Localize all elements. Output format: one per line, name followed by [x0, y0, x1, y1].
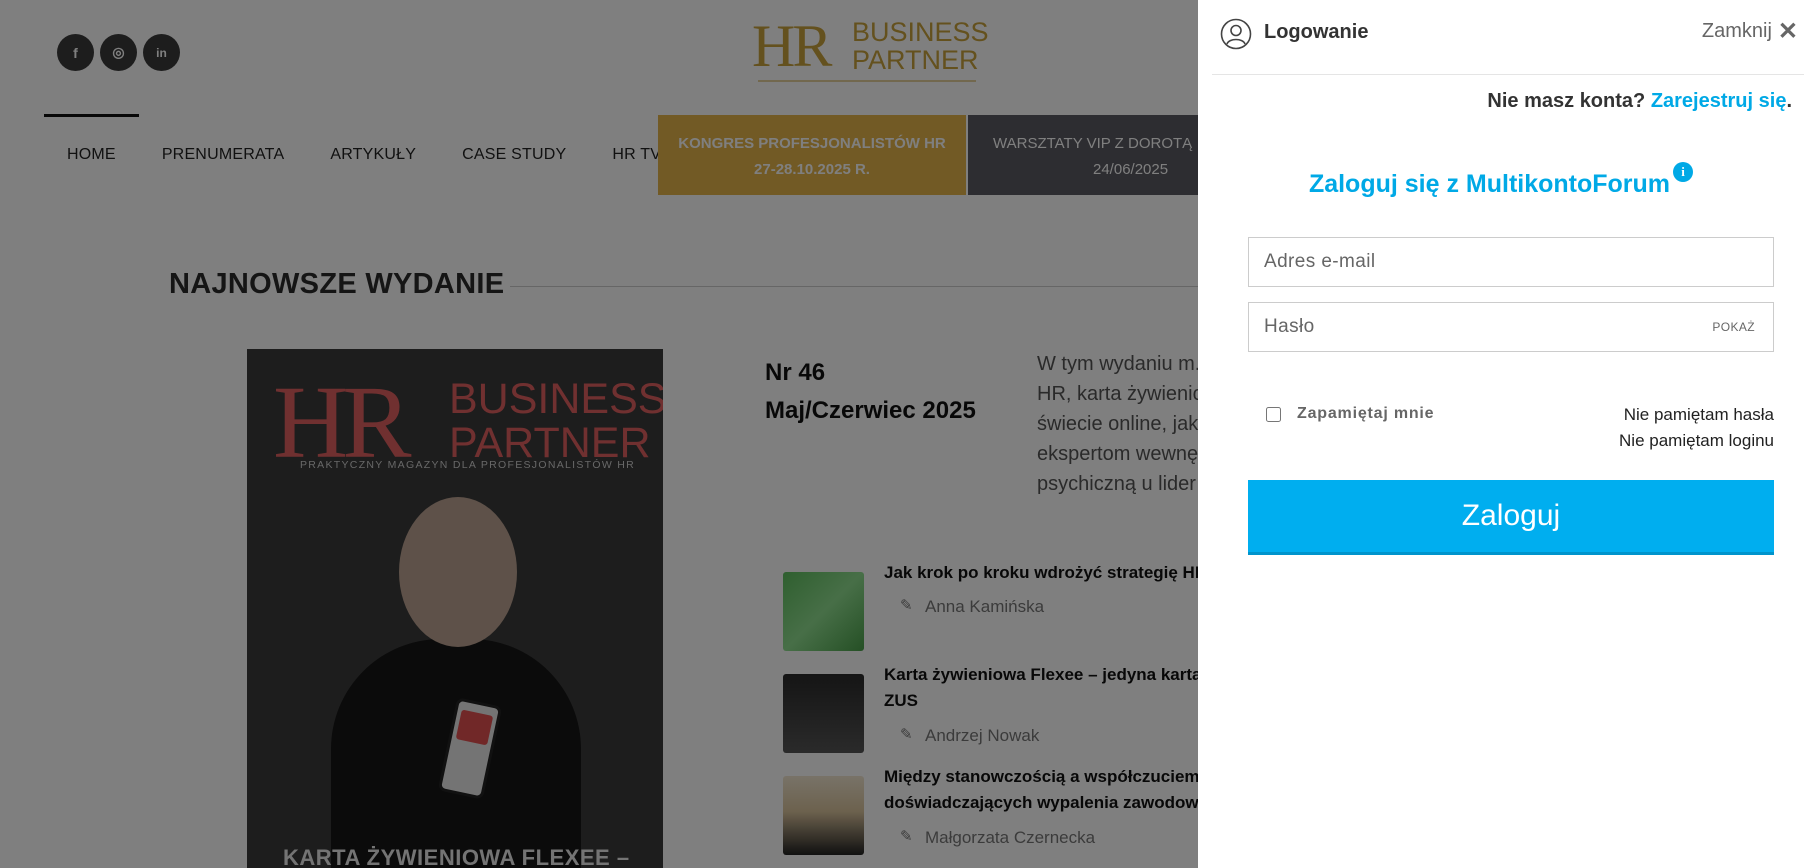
remember-me[interactable]: Zapamiętaj mnie [1266, 405, 1434, 423]
info-icon[interactable]: i [1673, 162, 1694, 182]
modal-backdrop[interactable] [0, 0, 1198, 868]
close-icon[interactable]: ✕ [1778, 19, 1798, 43]
close-button[interactable]: Zamknij ✕ [1701, 19, 1798, 43]
password-field[interactable] [1249, 303, 1773, 351]
login-panel: Logowanie Zamknij ✕ Nie masz konta? Zare… [1198, 0, 1804, 868]
email-field-wrapper [1248, 237, 1774, 287]
remember-me-label[interactable]: Zapamiętaj mnie [1297, 405, 1434, 423]
multikonto-title: Zaloguj się z MultikontoForum [1308, 170, 1671, 198]
login-panel-header: Logowanie Zamknij ✕ [1212, 0, 1804, 75]
password-field-wrapper: POKAŻ [1248, 302, 1774, 352]
close-label: Zamknij [1701, 20, 1772, 42]
register-dot: . [1786, 90, 1792, 112]
forgot-login-link[interactable]: Nie pamiętam loginu [1619, 431, 1774, 451]
panel-title: Logowanie [1264, 21, 1369, 43]
register-prompt: Nie masz konta? Zarejestruj się. [1487, 90, 1792, 113]
multikonto-heading: Zaloguj się z MultikontoForum i [1198, 162, 1804, 199]
register-question: Nie masz konta? [1487, 90, 1646, 112]
remember-me-checkbox[interactable] [1266, 406, 1281, 422]
register-link[interactable]: Zarejestruj się [1651, 90, 1787, 112]
show-password-button[interactable]: POKAŻ [1712, 320, 1755, 334]
user-icon [1220, 18, 1252, 50]
login-button[interactable]: Zaloguj [1248, 480, 1774, 555]
forgot-password-link[interactable]: Nie pamiętam hasła [1624, 405, 1774, 425]
email-field[interactable] [1249, 238, 1773, 286]
